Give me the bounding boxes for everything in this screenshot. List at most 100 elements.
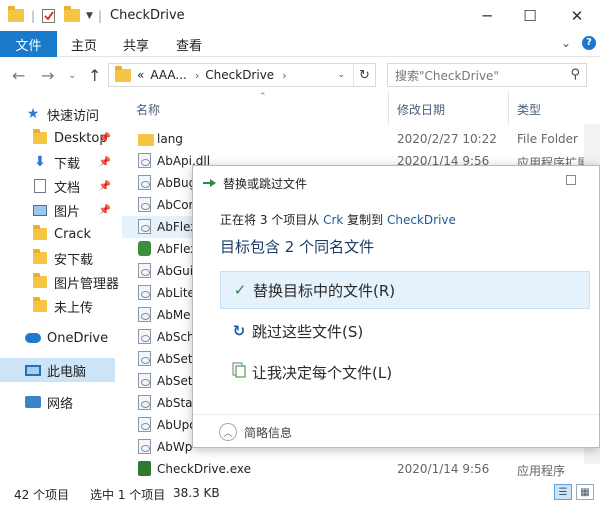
dll-file-icon xyxy=(138,373,151,388)
column-divider[interactable] xyxy=(388,92,389,124)
file-name: AbBug xyxy=(157,176,197,190)
recent-dropdown-icon[interactable]: ⌄ xyxy=(68,70,76,81)
file-name: AbGui xyxy=(157,264,194,278)
address-dropdown-icon[interactable]: ⌄ xyxy=(337,70,345,80)
properties-icon[interactable] xyxy=(41,7,57,24)
replace-files-option[interactable]: ✓ 替换目标中的文件(R) xyxy=(220,271,590,309)
up-arrow-icon[interactable]: ↑ xyxy=(88,66,101,85)
file-row[interactable]: lang 2020/2/27 10:22 File Folder xyxy=(122,128,600,150)
dll-file-icon xyxy=(138,153,151,168)
nav-network[interactable]: 网络 xyxy=(0,390,122,414)
file-name: AbMe xyxy=(157,308,191,322)
nav-crack[interactable]: Crack xyxy=(0,222,122,246)
nav-label: 未上传 xyxy=(54,300,94,316)
address-row: ← → ⌄ ↑ « AAA... › CheckDrive › ⌄ ↻ 搜索"C… xyxy=(0,58,600,92)
column-date[interactable]: 修改日期 xyxy=(397,101,445,118)
tab-view[interactable]: 查看 xyxy=(176,31,202,57)
pin-icon[interactable]: 📌 xyxy=(99,181,111,192)
close-button[interactable]: ✕ xyxy=(554,0,600,31)
breadcrumb-overflow[interactable]: « xyxy=(137,68,144,82)
ribbon: 文件 主页 共享 查看 ⌄ xyxy=(0,31,600,57)
nav-downloads[interactable]: ⬇ 下载 📌 xyxy=(0,150,122,174)
nav-desktop[interactable]: Desktop 📌 xyxy=(0,126,122,150)
column-name[interactable]: 名称 xyxy=(136,101,160,118)
quick-access-separator: | xyxy=(31,8,36,23)
nav-label: 网络 xyxy=(47,396,74,412)
breadcrumb-separator[interactable]: › xyxy=(195,69,199,82)
file-type: File Folder xyxy=(517,132,578,146)
nav-not-uploaded[interactable]: 未上传 xyxy=(0,294,122,318)
selection-count: 选中 1 个项目 xyxy=(90,488,166,502)
column-type[interactable]: 类型 xyxy=(517,101,541,118)
large-icons-view-icon[interactable]: ▦ xyxy=(576,484,594,500)
pin-icon[interactable]: 📌 xyxy=(99,157,111,168)
nav-label: OneDrive xyxy=(47,330,109,346)
pin-icon[interactable]: 📌 xyxy=(99,133,111,144)
option-label: 让我决定每个文件(L) xyxy=(252,363,393,382)
file-row[interactable]: CheckDrive.exe 2020/1/14 9:56 应用程序 xyxy=(122,458,600,480)
nav-documents[interactable]: 文档 📌 xyxy=(0,174,122,198)
column-divider[interactable] xyxy=(508,92,509,124)
minimize-button[interactable]: ─ xyxy=(464,0,510,31)
nav-label: Crack xyxy=(54,226,92,242)
dialog-minimize-button[interactable] xyxy=(504,168,524,188)
folder-icon xyxy=(32,249,48,265)
file-name: lang xyxy=(157,132,183,146)
nav-onedrive[interactable]: OneDrive xyxy=(0,326,122,350)
new-folder-icon[interactable] xyxy=(64,6,80,24)
network-icon xyxy=(25,395,41,409)
nav-this-pc[interactable]: 此电脑 xyxy=(0,358,115,382)
quick-access-dropdown-icon[interactable]: ▼ xyxy=(86,7,93,24)
details-view-icon[interactable]: ☰ xyxy=(554,484,572,500)
window-title: CheckDrive xyxy=(110,8,185,23)
breadcrumb-separator[interactable]: › xyxy=(282,69,286,82)
source-folder-link[interactable]: Crk xyxy=(323,213,343,227)
nav-picture-manager[interactable]: 图片管理器 xyxy=(0,270,122,294)
skip-icon: ↻ xyxy=(232,322,246,340)
quick-access-folder-icon[interactable] xyxy=(8,6,24,24)
forward-arrow-icon[interactable]: → xyxy=(41,66,54,85)
dialog-maximize-button[interactable] xyxy=(566,175,576,185)
skip-files-option[interactable]: ↻ 跳过这些文件(S) xyxy=(220,312,590,350)
decide-icon xyxy=(228,362,250,382)
exe-icon xyxy=(138,461,151,476)
explorer-window: | ▼ | CheckDrive ─ ☐ ✕ 文件 主页 共享 查看 ⌄ ? ←… xyxy=(0,0,600,506)
dll-file-icon xyxy=(138,175,151,190)
fewer-details-label[interactable]: 简略信息 xyxy=(244,424,292,441)
collapse-details-icon[interactable]: ︿ xyxy=(219,423,237,441)
folder-icon xyxy=(32,129,48,145)
back-arrow-icon[interactable]: ← xyxy=(12,66,25,85)
tab-share[interactable]: 共享 xyxy=(123,31,149,57)
download-icon: ⬇ xyxy=(34,154,46,170)
file-name: AbWp xyxy=(157,440,193,454)
help-icon[interactable]: ? xyxy=(582,36,596,50)
address-bar[interactable]: « AAA... › CheckDrive › ⌄ ↻ xyxy=(108,63,376,87)
pin-icon[interactable]: 📌 xyxy=(99,205,111,216)
title-separator: | xyxy=(98,8,103,23)
breadcrumb-current[interactable]: CheckDrive xyxy=(205,68,274,82)
expand-ribbon-icon[interactable]: ⌄ xyxy=(561,36,571,50)
folder-icon xyxy=(138,134,154,146)
nav-label: 文档 xyxy=(54,180,81,196)
nav-quick-access[interactable]: ★ 快速访问 xyxy=(0,102,122,126)
item-count: 42 个项目 xyxy=(14,488,70,502)
option-label: 替换目标中的文件(R) xyxy=(253,281,396,300)
decide-each-file-option[interactable]: 让我决定每个文件(L) xyxy=(220,353,590,391)
destination-folder-link[interactable]: CheckDrive xyxy=(387,213,456,227)
copy-arrow-icon xyxy=(203,176,217,188)
document-icon xyxy=(32,179,48,193)
dll-file-icon xyxy=(138,285,151,300)
column-header: ⌃ 名称 修改日期 类型 xyxy=(122,92,600,124)
breadcrumb-parent[interactable]: AAA... xyxy=(150,68,187,82)
nav-anxiazai[interactable]: 安下载 xyxy=(0,246,122,270)
file-name: AbCor xyxy=(157,198,194,212)
search-input[interactable]: 搜索"CheckDrive" ⚲ xyxy=(387,63,587,87)
dialog-footer: ︿ 简略信息 xyxy=(193,414,599,447)
dll-file-icon xyxy=(138,417,151,432)
maximize-button[interactable]: ☐ xyxy=(507,0,553,31)
refresh-icon[interactable]: ↻ xyxy=(353,64,375,86)
nav-label: 下载 xyxy=(54,156,81,172)
tab-file[interactable]: 文件 xyxy=(0,31,57,57)
tab-home[interactable]: 主页 xyxy=(71,31,97,57)
nav-pictures[interactable]: 图片 📌 xyxy=(0,198,122,222)
